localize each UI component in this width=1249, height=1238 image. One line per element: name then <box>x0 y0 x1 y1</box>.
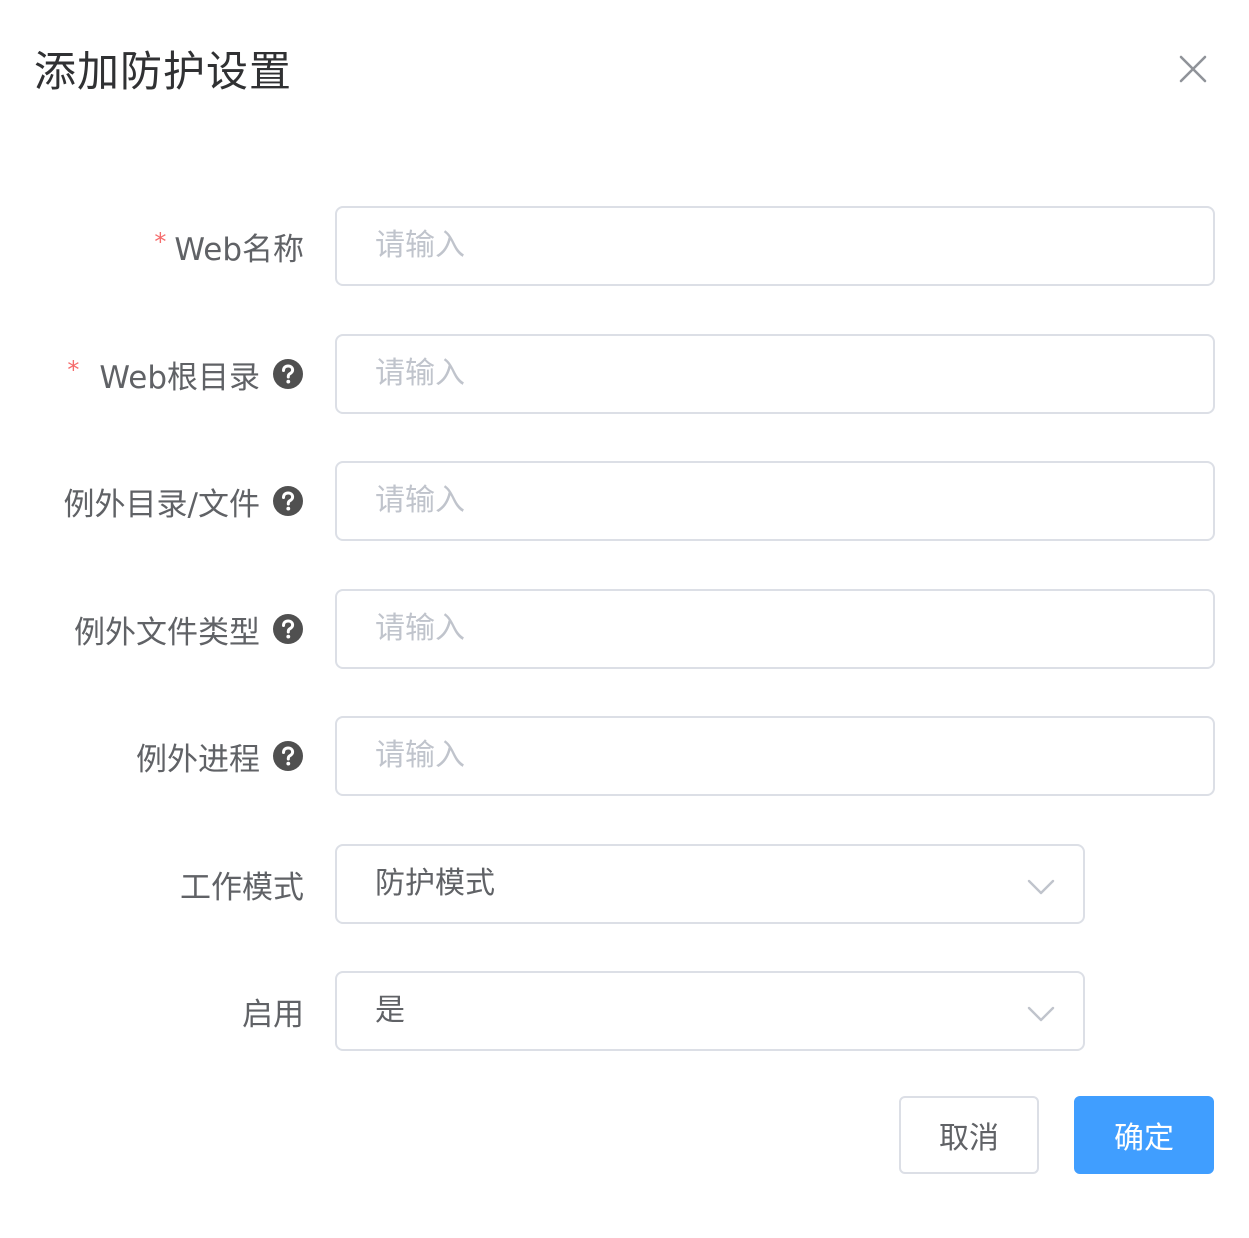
question-circle-icon[interactable] <box>272 740 304 772</box>
close-icon <box>1170 46 1216 92</box>
form-label-work-mode: 工作模式 <box>180 844 304 924</box>
select-value: 是 <box>375 993 405 1028</box>
input-placeholder: 请输入 <box>375 228 465 263</box>
form-item-exception-processes: 例外进程 请输入 <box>0 716 1249 796</box>
input-placeholder: 请输入 <box>375 738 465 773</box>
exception-paths-input[interactable]: 请输入 <box>335 461 1215 541</box>
web-name-input[interactable]: 请输入 <box>335 206 1215 286</box>
close-button[interactable] <box>1170 46 1216 92</box>
exception-file-types-input[interactable]: 请输入 <box>335 589 1215 669</box>
form-label-enabled: 启用 <box>242 971 304 1051</box>
label-text: Web名称 <box>174 231 304 268</box>
exception-processes-input[interactable]: 请输入 <box>335 716 1215 796</box>
form-item-exception-paths: 例外目录/文件 请输入 <box>0 461 1249 541</box>
label-text: 工作模式 <box>180 869 304 906</box>
label-text: Web根目录 <box>99 359 260 396</box>
form-item-exception-file-types: 例外文件类型 请输入 <box>0 589 1249 669</box>
form-label-web-root: * Web根目录 <box>67 334 304 414</box>
required-marker: * <box>67 356 80 384</box>
form-item-web-name: * Web名称 请输入 <box>0 206 1249 286</box>
form-item-enabled: 启用 是 <box>0 971 1249 1051</box>
select-value: 防护模式 <box>375 866 495 901</box>
dialog-title: 添加防护设置 <box>34 47 293 96</box>
chevron-down-icon <box>1025 870 1057 902</box>
question-circle-icon[interactable] <box>272 613 304 645</box>
form-label-exception-processes: 例外进程 <box>136 716 304 796</box>
label-text: 例外进程 <box>136 741 260 778</box>
form-label-exception-file-types: 例外文件类型 <box>74 589 304 669</box>
question-circle-icon[interactable] <box>272 485 304 517</box>
input-placeholder: 请输入 <box>375 483 465 518</box>
confirm-button[interactable]: 确定 <box>1074 1096 1214 1174</box>
input-placeholder: 请输入 <box>375 356 465 391</box>
required-marker: * <box>154 228 167 256</box>
form-item-web-root: * Web根目录 请输入 <box>0 334 1249 414</box>
input-placeholder: 请输入 <box>375 611 465 646</box>
enabled-select[interactable]: 是 <box>335 971 1085 1051</box>
web-root-input[interactable]: 请输入 <box>335 334 1215 414</box>
chevron-down-icon <box>1025 997 1057 1029</box>
work-mode-select[interactable]: 防护模式 <box>335 844 1085 924</box>
add-protection-dialog: 添加防护设置 * Web名称 请输入 * Web根目录 请输入 例外目录/文件 … <box>0 0 1249 1238</box>
label-text: 启用 <box>242 996 304 1033</box>
form-label-web-name: * Web名称 <box>154 206 304 286</box>
form-item-work-mode: 工作模式 防护模式 <box>0 844 1249 924</box>
form-label-exception-paths: 例外目录/文件 <box>64 461 304 541</box>
label-text: 例外文件类型 <box>74 614 260 651</box>
label-text: 例外目录/文件 <box>63 486 260 523</box>
question-circle-icon[interactable] <box>272 358 304 390</box>
cancel-button[interactable]: 取消 <box>899 1096 1039 1174</box>
